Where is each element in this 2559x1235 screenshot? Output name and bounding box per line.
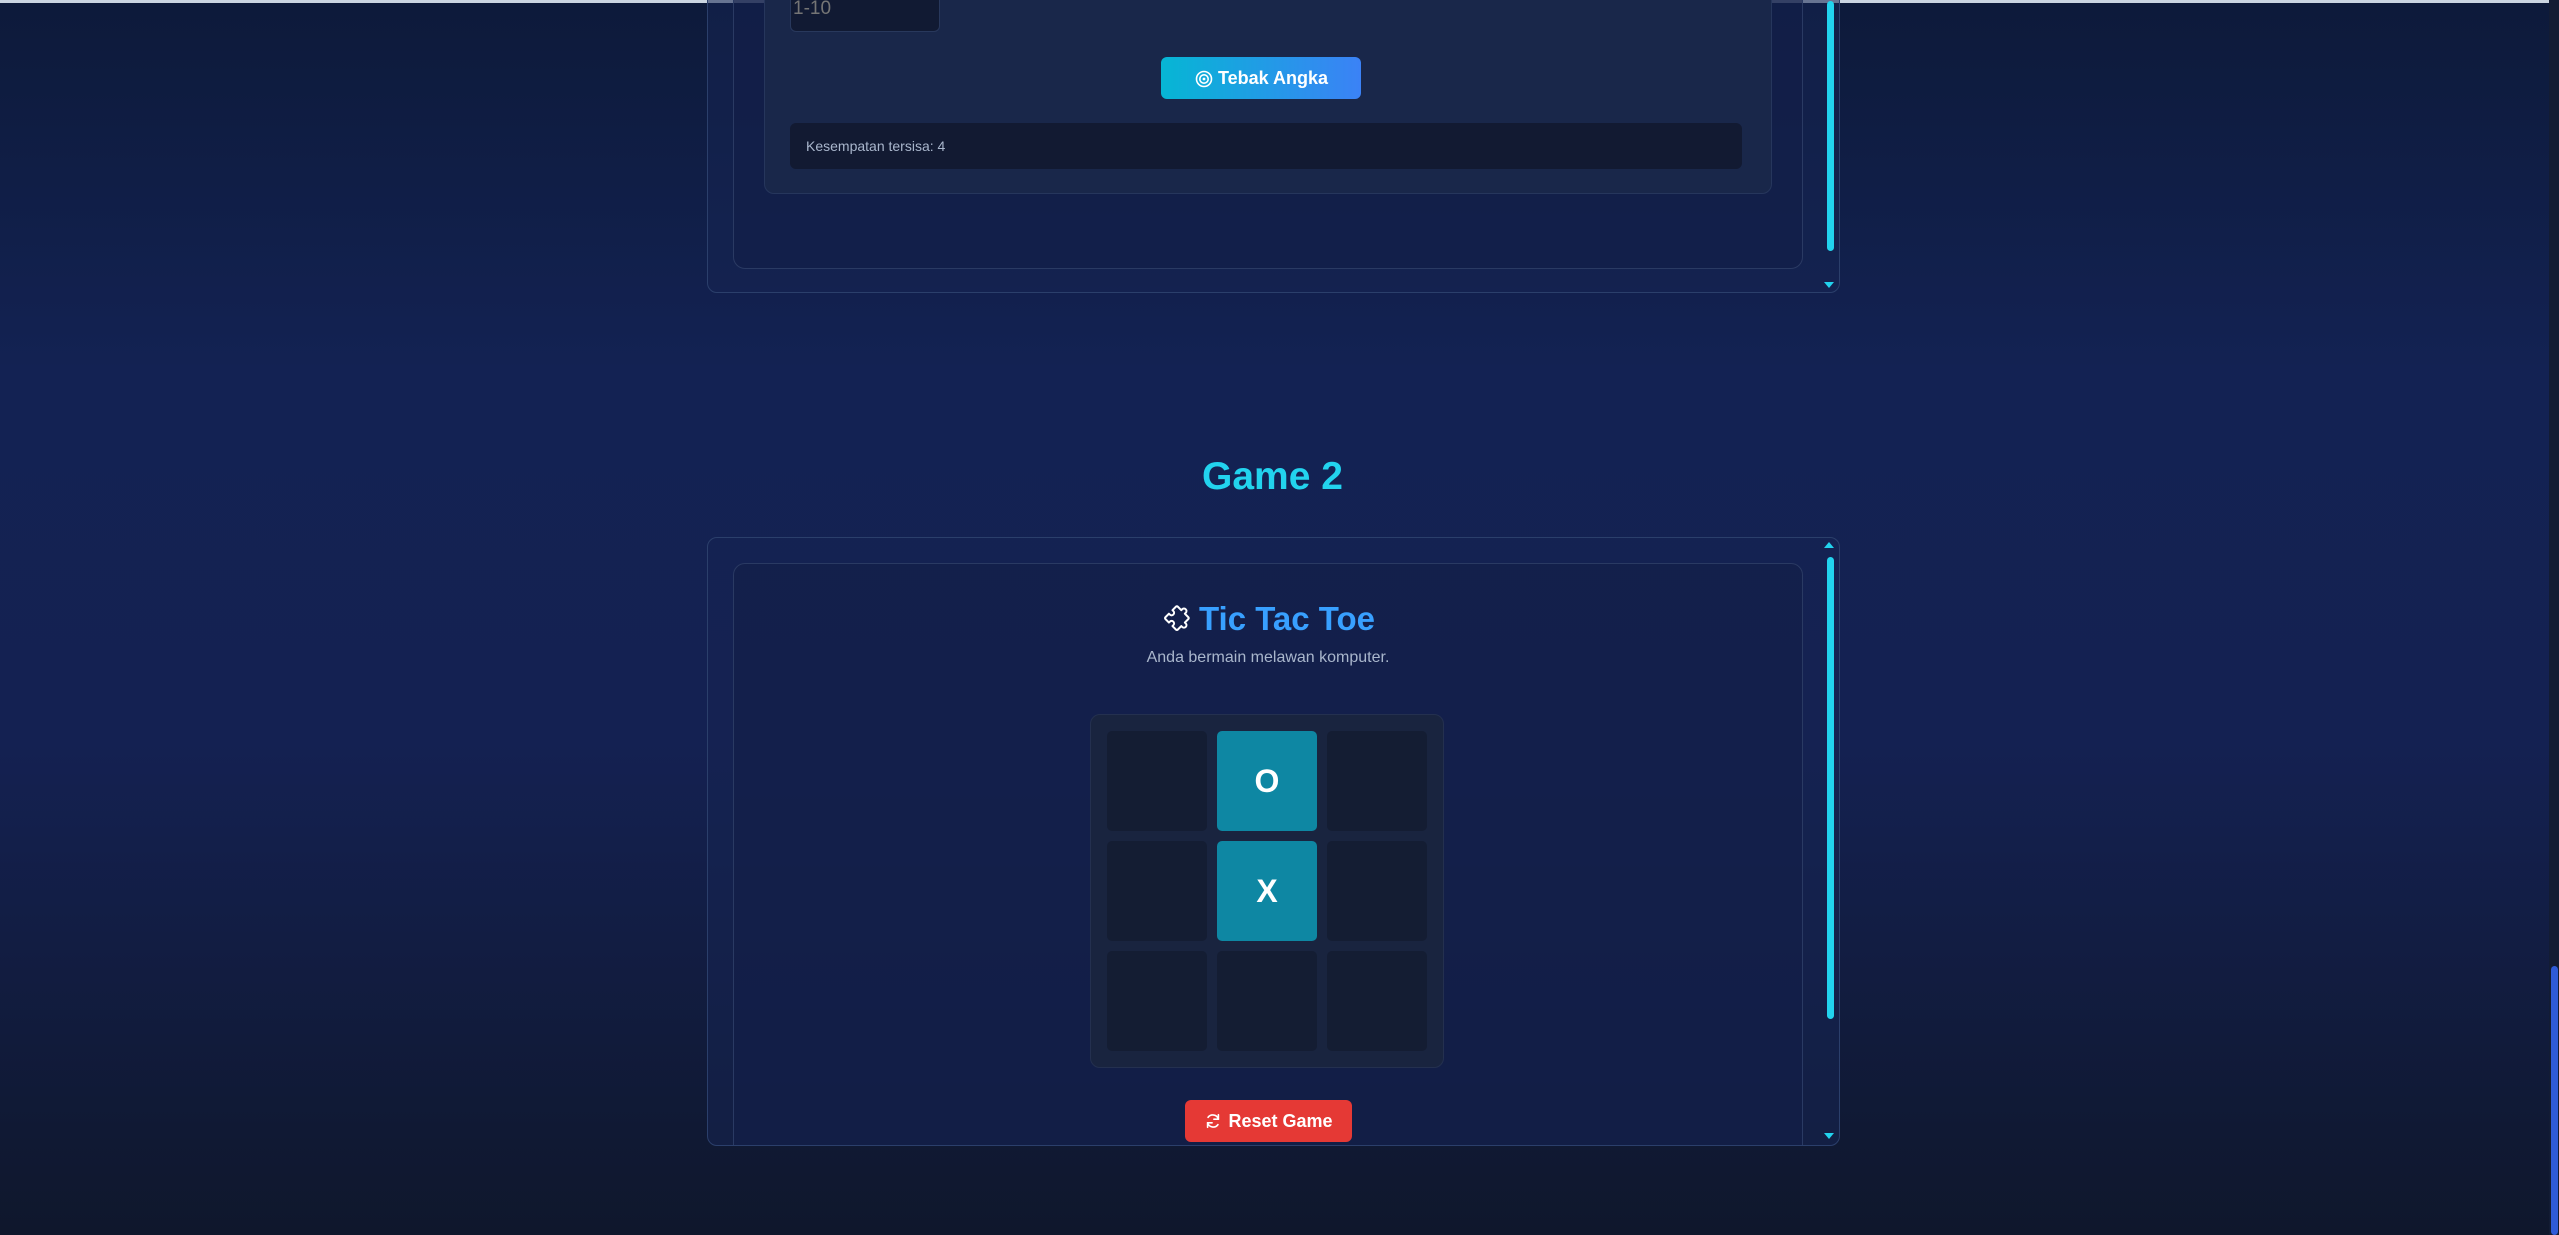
guess-input[interactable] [790, 0, 940, 32]
tictactoe-board: O X [1090, 714, 1444, 1068]
guess-button-label: Tebak Angka [1217, 67, 1329, 88]
game-subtitle: Anda bermain melawan komputer. [1146, 649, 1390, 666]
board-cell-5[interactable]: X [1217, 841, 1317, 941]
game2-scrollbar[interactable] [1824, 538, 1837, 1145]
game1-scrollbar[interactable] [1824, 0, 1837, 292]
section-title-game2: Game 2 [1202, 455, 1343, 498]
page-scrollbar[interactable] [2549, 0, 2559, 1235]
tictactoe-heading: Tic Tac Toe [734, 600, 1802, 638]
game-title: Tic Tac Toe [1198, 600, 1376, 637]
scroll-down-arrow[interactable] [1824, 282, 1834, 288]
game1-scrollbar-thumb[interactable] [1827, 1, 1834, 251]
game1-card: Tebak Angka Kesempatan tersisa: 4 [733, 0, 1803, 269]
scroll-down-arrow[interactable] [1824, 1133, 1834, 1139]
page-scrollbar-thumb[interactable] [2551, 966, 2558, 1235]
board-cell-3[interactable] [1327, 731, 1427, 831]
guess-button[interactable]: Tebak Angka [1161, 57, 1361, 99]
board-cell-8[interactable] [1217, 951, 1317, 1051]
target-icon [1195, 70, 1213, 88]
board-cell-1[interactable] [1107, 731, 1207, 831]
board-cell-9[interactable] [1327, 951, 1427, 1051]
board-cell-6[interactable] [1327, 841, 1427, 941]
remaining-chances: Kesempatan tersisa: 4 [806, 138, 946, 154]
game2-scrollbar-thumb[interactable] [1827, 557, 1834, 1019]
scroll-up-arrow[interactable] [1824, 542, 1834, 548]
board-cell-4[interactable] [1107, 841, 1207, 941]
status-message: Kesempatan tersisa: 4 [790, 123, 1742, 169]
guess-panel: Tebak Angka Kesempatan tersisa: 4 [764, 0, 1772, 194]
puzzle-icon [1164, 605, 1190, 631]
reset-button-label: Reset Game [1228, 1110, 1333, 1131]
board-cell-7[interactable] [1107, 951, 1207, 1051]
refresh-icon [1207, 1113, 1220, 1129]
board-cell-2[interactable]: O [1217, 731, 1317, 831]
reset-game-button[interactable]: Reset Game [1185, 1100, 1352, 1142]
game2-frame: Tic Tac Toe Anda bermain melawan kompute… [707, 537, 1840, 1146]
game1-frame: Tebak Angka Kesempatan tersisa: 4 [707, 0, 1840, 293]
tictactoe-card: Tic Tac Toe Anda bermain melawan kompute… [733, 563, 1803, 1145]
